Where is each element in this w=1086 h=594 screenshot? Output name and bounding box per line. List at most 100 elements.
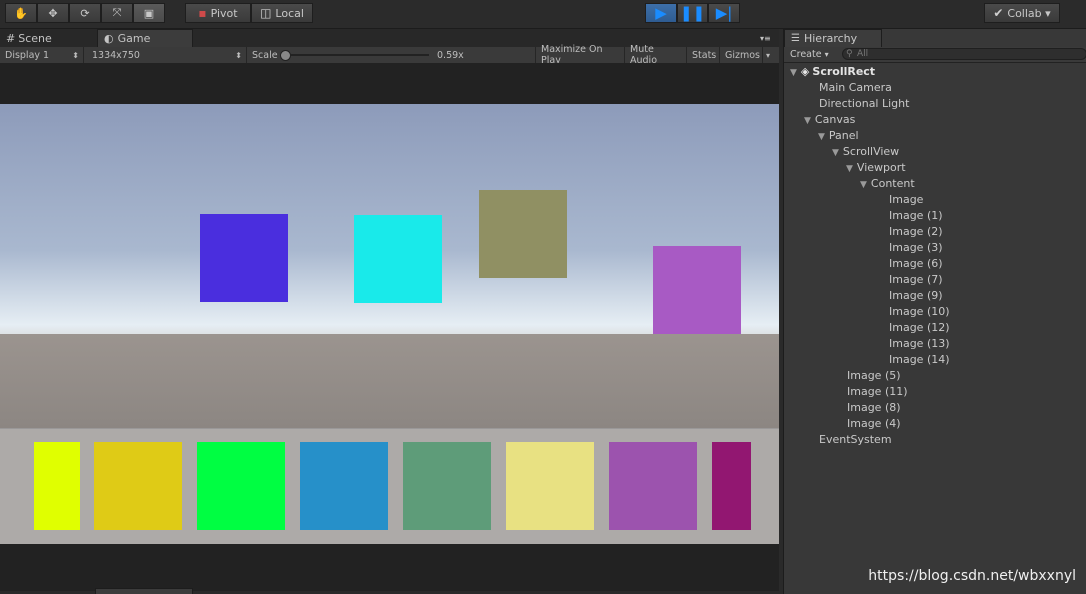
pivot-toggle-button[interactable]: ▪ Pivot xyxy=(185,3,251,23)
hierarchy-row[interactable]: Image (11) xyxy=(832,384,908,400)
menu-icon: ▾≡ xyxy=(760,33,771,43)
scale-tool-button[interactable]: ⤧ xyxy=(101,3,133,23)
tab-game[interactable]: ◐ Game xyxy=(97,29,193,47)
hierarchy-row-label: Directional Light xyxy=(819,97,910,110)
scroll-view-panel[interactable] xyxy=(0,428,779,544)
scene-image-square xyxy=(479,190,567,278)
gizmos-dropdown[interactable]: ▾ xyxy=(763,47,779,63)
hierarchy-row[interactable]: ▼ Panel xyxy=(818,128,859,144)
hierarchy-row-label: Image (12) xyxy=(889,321,950,334)
hierarchy-row[interactable]: ▼ Content xyxy=(860,176,915,192)
hierarchy-row[interactable]: Image (1) xyxy=(874,208,943,224)
hierarchy-search-input[interactable]: ⚲ All xyxy=(842,48,1086,60)
scale-value: 0.59x xyxy=(437,49,464,61)
create-label: Create xyxy=(790,49,822,60)
expand-triangle-icon[interactable]: ▼ xyxy=(818,129,825,145)
hierarchy-row[interactable]: ▼ Viewport xyxy=(846,160,906,176)
display-dropdown[interactable]: Display 1 ⬍ xyxy=(0,47,84,63)
move-icon: ✥ xyxy=(48,6,58,20)
hierarchy-row[interactable]: Image (12) xyxy=(874,320,950,336)
content-image-square xyxy=(300,442,388,530)
hierarchy-row-label: Image (3) xyxy=(889,241,943,254)
hierarchy-row[interactable]: ▼ ◈ ScrollRect xyxy=(790,64,875,80)
content-image-square xyxy=(197,442,285,530)
expand-triangle-icon[interactable]: ▼ xyxy=(804,113,811,129)
game-render-viewport[interactable] xyxy=(0,104,779,544)
step-button[interactable]: ▶| xyxy=(708,3,740,23)
spinner-icon: ⬍ xyxy=(235,50,242,60)
hierarchy-row[interactable]: Image (9) xyxy=(874,288,943,304)
hierarchy-row[interactable]: Image (5) xyxy=(832,368,901,384)
pause-button[interactable]: ❚❚ xyxy=(677,3,708,23)
expand-triangle-icon[interactable]: ▼ xyxy=(860,177,867,193)
rect-transform-icon: ▣ xyxy=(143,6,155,20)
resolution-dropdown[interactable]: 1334x750 ⬍ xyxy=(84,47,247,63)
hierarchy-row-label: Image (8) xyxy=(847,401,901,414)
gizmos-toggle[interactable]: Gizmos xyxy=(720,47,763,63)
tab-hierarchy[interactable]: ☰ Hierarchy xyxy=(784,29,882,47)
scene-image-square xyxy=(653,246,741,334)
tab-scene-label: Scene xyxy=(18,31,52,45)
hierarchy-row-label: Canvas xyxy=(814,113,856,126)
hierarchy-row-label: Panel xyxy=(828,129,859,142)
rotate-tool-button[interactable]: ⟳ xyxy=(69,3,101,23)
hierarchy-panel: ☰ Hierarchy Create ▾ ⚲ All ▼ ◈ ScrollRect Ma… xyxy=(783,29,1086,594)
hierarchy-row-label: Image (9) xyxy=(889,289,943,302)
step-icon: ▶| xyxy=(715,4,733,22)
hierarchy-row-label: ScrollRect xyxy=(812,65,876,78)
expand-triangle-icon[interactable]: ▼ xyxy=(832,145,839,161)
hierarchy-row[interactable]: EventSystem xyxy=(804,432,892,448)
tab-scene[interactable]: # Scene xyxy=(0,29,94,47)
content-image-square xyxy=(506,442,594,530)
hierarchy-row[interactable]: Directional Light xyxy=(804,96,909,112)
hierarchy-row[interactable]: Main Camera xyxy=(804,80,892,96)
mute-audio-toggle[interactable]: Mute Audio xyxy=(625,44,687,66)
hierarchy-row[interactable]: Image (7) xyxy=(874,272,943,288)
scale-slider-thumb[interactable] xyxy=(280,50,291,61)
hierarchy-row[interactable]: Image (6) xyxy=(874,256,943,272)
expand-triangle-icon[interactable]: ▼ xyxy=(846,161,853,177)
spinner-icon: ⬍ xyxy=(72,50,79,60)
rect-tool-button[interactable]: ▣ xyxy=(133,3,165,23)
main-toolbar: ✋ ✥ ⟳ ⤧ ▣ ▪ Pivot ◫ Local ▶ ❚❚ ▶| ✔ Collab … xyxy=(0,0,1086,29)
hierarchy-row[interactable]: Image (4) xyxy=(832,416,901,432)
hierarchy-row[interactable]: Image (3) xyxy=(874,240,943,256)
hierarchy-row[interactable]: Image (8) xyxy=(832,400,901,416)
hierarchy-row-label: Image xyxy=(889,193,924,206)
hierarchy-row[interactable]: Image (2) xyxy=(874,224,943,240)
local-label: Local xyxy=(275,6,304,20)
hierarchy-row-label: Viewport xyxy=(856,161,906,174)
bottom-tab-stub[interactable] xyxy=(95,588,193,594)
scene-image-square xyxy=(354,215,442,303)
create-dropdown[interactable]: Create ▾ xyxy=(790,48,829,61)
maximize-on-play-toggle[interactable]: Maximize On Play xyxy=(535,44,625,66)
hierarchy-row[interactable]: Image (13) xyxy=(874,336,950,352)
pivot-icon: ▪ xyxy=(198,6,207,20)
hierarchy-row-label: Image (1) xyxy=(889,209,943,222)
hierarchy-row-label: Image (2) xyxy=(889,225,943,238)
scale-icon: ⤧ xyxy=(112,6,122,19)
collab-button[interactable]: ✔ Collab ▾ xyxy=(984,3,1060,23)
resolution-label: 1334x750 xyxy=(92,49,140,61)
game-controller-icon: ◐ xyxy=(104,32,114,45)
chevron-down-icon: ▾ xyxy=(766,50,771,60)
hierarchy-row[interactable]: ▼ Canvas xyxy=(804,112,855,128)
stats-label: Stats xyxy=(692,49,717,61)
play-button[interactable]: ▶ xyxy=(645,3,677,23)
local-toggle-button[interactable]: ◫ Local xyxy=(251,3,313,23)
hierarchy-row[interactable]: Image (10) xyxy=(874,304,950,320)
hierarchy-row[interactable]: Image xyxy=(874,192,923,208)
hierarchy-row[interactable]: Image (14) xyxy=(874,352,950,368)
stats-toggle[interactable]: Stats xyxy=(687,47,720,63)
scale-slider-track[interactable] xyxy=(283,54,429,56)
list-icon: ☰ xyxy=(791,33,800,44)
content-image-square xyxy=(34,442,80,530)
rotate-icon: ⟳ xyxy=(80,6,90,20)
panel-menu-button[interactable]: ▾≡ xyxy=(760,29,779,47)
move-tool-button[interactable]: ✥ xyxy=(37,3,69,23)
hierarchy-row[interactable]: ▼ ScrollView xyxy=(832,144,899,160)
expand-triangle-icon[interactable]: ▼ xyxy=(790,65,797,81)
hand-tool-button[interactable]: ✋ xyxy=(5,3,37,23)
checkmark-icon: ✔ xyxy=(993,6,1004,20)
hierarchy-row-label: Main Camera xyxy=(819,81,892,94)
